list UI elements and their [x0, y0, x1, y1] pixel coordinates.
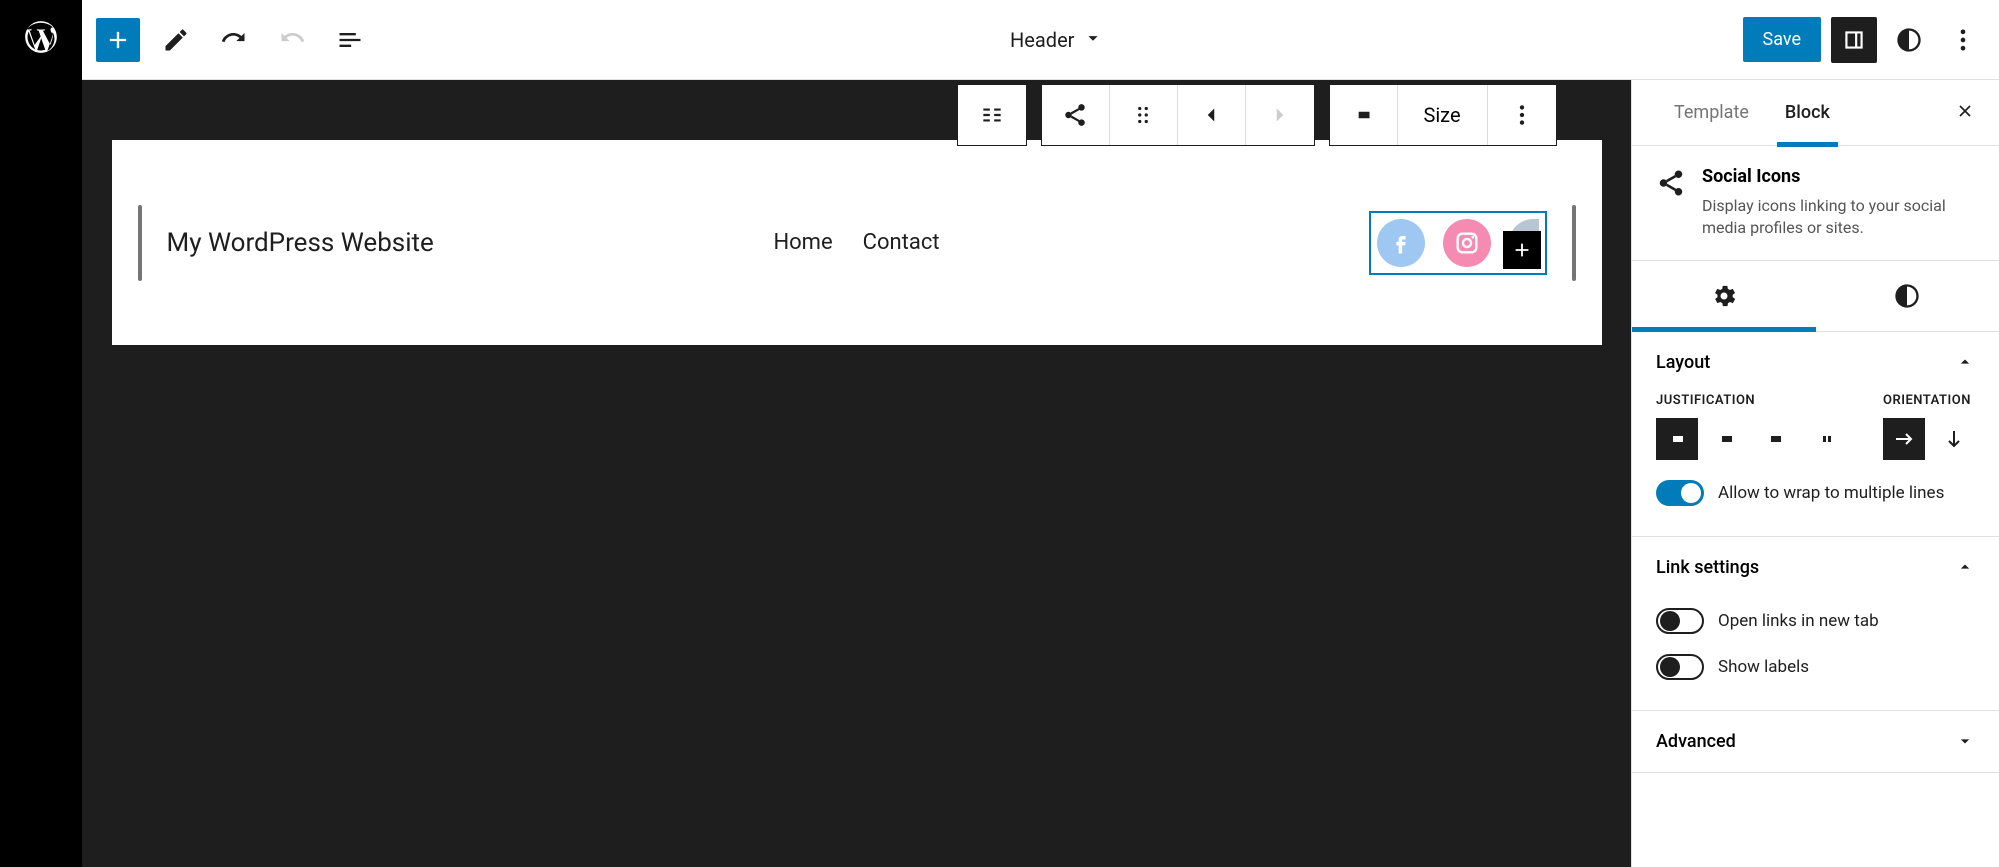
- advanced-panel: Advanced: [1632, 711, 1999, 773]
- document-title: Header: [1010, 28, 1074, 52]
- new-tab-toggle[interactable]: [1656, 608, 1704, 634]
- styles-button[interactable]: [1887, 18, 1931, 62]
- document-title-button[interactable]: Header: [382, 27, 1733, 53]
- link-settings-panel: Link settings Open links in new tab Show…: [1632, 537, 1999, 711]
- advanced-panel-toggle[interactable]: Advanced: [1632, 711, 1999, 772]
- resize-handle-left[interactable]: [138, 205, 142, 281]
- undo-button[interactable]: [212, 18, 256, 62]
- link-settings-panel-toggle[interactable]: Link settings: [1632, 537, 1999, 598]
- justify-space-between-button[interactable]: [1806, 418, 1848, 460]
- instagram-icon[interactable]: [1443, 219, 1491, 267]
- layout-panel-toggle[interactable]: Layout: [1632, 332, 1999, 393]
- wp-admin-bar: [0, 0, 82, 867]
- size-button[interactable]: Size: [1398, 85, 1488, 145]
- chevron-up-icon: [1955, 352, 1975, 372]
- editor-topbar: Header Save: [82, 0, 1999, 80]
- block-desc-text: Display icons linking to your social med…: [1702, 195, 1975, 240]
- block-parent-button[interactable]: [958, 85, 1026, 145]
- chevron-down-icon: [1955, 731, 1975, 751]
- site-title[interactable]: My WordPress Website: [167, 228, 434, 258]
- new-tab-toggle-label: Open links in new tab: [1718, 611, 1879, 631]
- social-icons-block[interactable]: [1369, 211, 1547, 275]
- chevron-down-icon: [1082, 27, 1104, 53]
- edit-mode-button[interactable]: [154, 18, 198, 62]
- editor-canvas[interactable]: Size My WordPress Website Home Contact: [82, 80, 1631, 867]
- block-name: Social Icons: [1702, 166, 1975, 187]
- settings-sidebar: Template Block Social Icons Display icon…: [1631, 80, 1999, 867]
- justify-right-button[interactable]: [1756, 418, 1798, 460]
- wrap-toggle-label: Allow to wrap to multiple lines: [1718, 483, 1944, 503]
- justification-label: JUSTIFICATION: [1656, 393, 1848, 408]
- facebook-icon[interactable]: [1377, 219, 1425, 267]
- wrap-toggle[interactable]: [1656, 480, 1704, 506]
- redo-button[interactable]: [270, 18, 314, 62]
- justify-center-button[interactable]: [1706, 418, 1748, 460]
- save-button[interactable]: Save: [1743, 17, 1822, 62]
- navigation-block[interactable]: Home Contact: [773, 230, 939, 255]
- wordpress-logo-icon[interactable]: [22, 18, 60, 60]
- sidebar-toggle-button[interactable]: [1831, 17, 1877, 63]
- options-menu-button[interactable]: [1941, 18, 1985, 62]
- gear-icon: [1710, 282, 1738, 310]
- styles-icon: [1893, 282, 1921, 310]
- nav-item[interactable]: Home: [773, 230, 832, 255]
- orientation-label: ORIENTATION: [1883, 393, 1975, 408]
- tab-block[interactable]: Block: [1767, 80, 1848, 146]
- block-description: Social Icons Display icons linking to yo…: [1632, 146, 1999, 261]
- align-button[interactable]: [1330, 85, 1398, 145]
- add-block-button[interactable]: [96, 18, 140, 62]
- justify-left-button[interactable]: [1656, 418, 1698, 460]
- show-labels-toggle[interactable]: [1656, 654, 1704, 680]
- tab-template[interactable]: Template: [1656, 80, 1767, 146]
- share-icon: [1656, 168, 1686, 198]
- show-labels-toggle-label: Show labels: [1718, 657, 1809, 677]
- layout-panel: Layout JUSTIFICATION: [1632, 332, 1999, 537]
- settings-tab-styles[interactable]: [1816, 261, 1999, 331]
- header-template-part[interactable]: Size My WordPress Website Home Contact: [112, 140, 1602, 345]
- nav-item[interactable]: Contact: [863, 230, 940, 255]
- move-left-button[interactable]: [1178, 85, 1246, 145]
- block-options-button[interactable]: [1488, 85, 1556, 145]
- add-social-icon-button[interactable]: [1503, 231, 1541, 269]
- close-sidebar-button[interactable]: [1955, 101, 1975, 125]
- resize-handle-right[interactable]: [1572, 205, 1576, 281]
- block-drag-handle[interactable]: [1110, 85, 1178, 145]
- settings-tab-general[interactable]: [1632, 261, 1816, 331]
- chevron-up-icon: [1955, 557, 1975, 577]
- orientation-vertical-button[interactable]: [1933, 418, 1975, 460]
- move-right-button[interactable]: [1246, 85, 1314, 145]
- block-toolbar: Size: [957, 84, 1557, 146]
- block-type-button[interactable]: [1042, 85, 1110, 145]
- orientation-horizontal-button[interactable]: [1883, 418, 1925, 460]
- list-view-button[interactable]: [328, 18, 372, 62]
